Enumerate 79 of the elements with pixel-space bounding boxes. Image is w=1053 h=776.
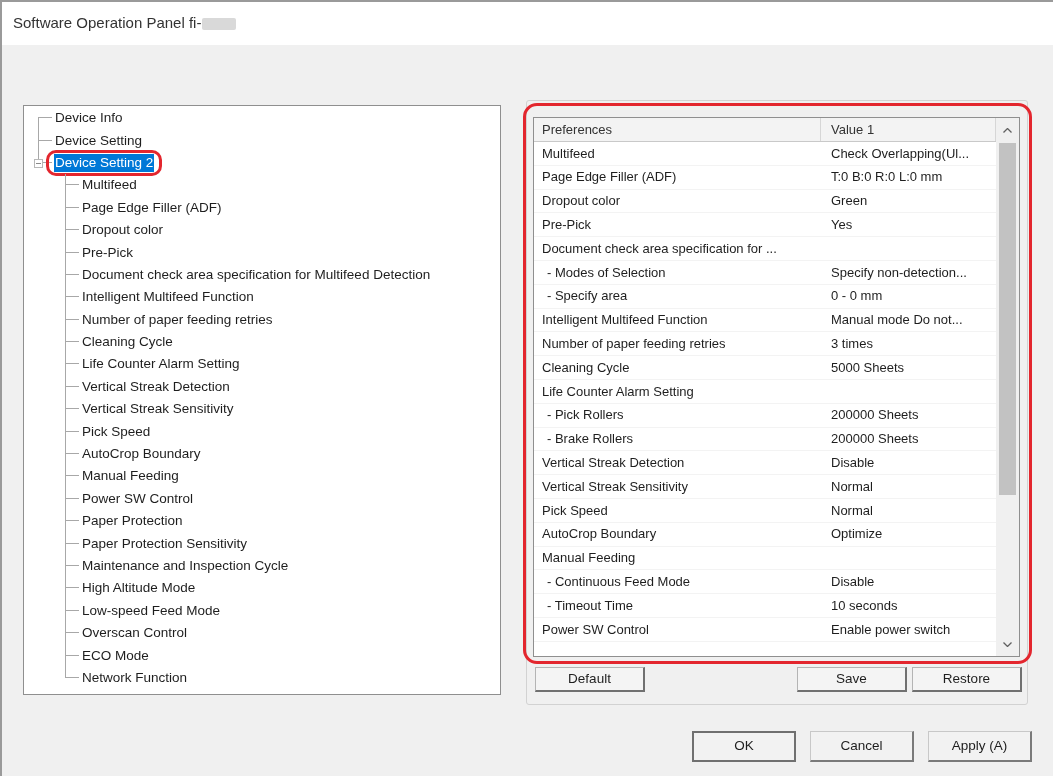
preference-label: Vertical Streak Sensitivity [542,478,688,494]
preference-value: Enable power switch [831,621,951,637]
preference-label: Vertical Streak Detection [542,455,685,470]
tree-item[interactable]: Maintenance and Inspection Cycle [81,557,290,575]
preference-label: Pre-Pick [542,217,592,233]
tree-item[interactable]: Overscan Control [81,624,189,643]
preference-value: 200000 Sheets [831,407,919,423]
scroll-down-icon[interactable] [1003,641,1012,647]
collapse-icon[interactable] [34,158,43,168]
preference-label: Multifeed [542,145,595,161]
panel-button[interactable]: Restore [912,667,1022,692]
preference-label: - Modes of Selection [547,264,666,280]
scrollbar-thumb[interactable] [999,143,1016,495]
preference-label: Dropout color [542,193,621,209]
preference-label: - Brake Rollers [547,431,633,447]
preference-value: 200000 Sheets [831,431,919,447]
dialog-button[interactable]: Apply (A) [928,731,1032,762]
tree-item[interactable]: Vertical Streak Detection [81,377,231,396]
column-header[interactable]: Preferences [542,119,613,140]
scroll-up-icon[interactable] [1003,127,1012,133]
preference-label: Manual Feeding [542,550,636,566]
preference-label: Cleaning Cycle [542,359,630,375]
preference-label: - Continuous Feed Mode [547,574,691,589]
dialog-button[interactable]: Cancel [810,731,914,762]
preference-value: 10 seconds [831,597,898,613]
preference-label: - Specify area [547,288,628,304]
panel-button[interactable]: Default [535,667,645,692]
panel-button[interactable]: Save [797,667,907,692]
tree-item[interactable]: Document check area specification for Multifeed Detection [81,265,432,284]
tree-item[interactable]: Power SW Control [81,489,195,508]
tree-item[interactable]: Page Edge Filler (ADF) [81,198,223,217]
preference-value: 5000 Sheets [831,359,904,375]
preference-value: Manual mode Do not... [831,312,963,328]
preference-value: Disable [831,574,875,589]
tree-item[interactable]: Intelligent Multifeed Function [81,288,255,307]
tree-item[interactable]: Device Info [54,109,124,128]
preference-label: Power SW Control [542,621,649,637]
preference-value: Green [831,193,868,209]
preference-value: 0 - 0 mm [831,288,883,304]
preference-value: Specify non-detection... [831,264,967,280]
preference-value: Yes [831,217,853,233]
tree-item[interactable]: Network Function [81,668,189,687]
tree-item[interactable]: Pre-Pick [81,243,134,262]
tree-item[interactable]: Dropout color [81,221,165,240]
tree-item[interactable]: Device Setting 2 [54,153,155,172]
window-title: Software Operation Panel fi- [13,13,202,34]
preference-value: 3 times [831,336,873,351]
column-header[interactable]: Value 1 [831,119,875,140]
preference-value: Check Overlapping(Ul... [831,145,969,161]
preference-label: - Timeout Time [547,597,633,613]
tree-item[interactable]: Manual Feeding [81,467,180,486]
tree-item[interactable]: Device Setting [54,131,144,150]
dialog-button[interactable]: OK [692,731,796,762]
tree-item[interactable]: High Altitude Mode [81,579,197,598]
preference-label: Page Edge Filler (ADF) [542,169,677,185]
tree-item[interactable]: Vertical Streak Sensitivity [81,400,235,419]
preference-label: Document check area specification for ... [542,240,777,256]
preference-value: Disable [831,455,875,470]
preference-value: Optimize [831,526,883,542]
preference-label: - Pick Rollers [547,407,624,423]
tree-item[interactable]: Low-speed Feed Mode [81,601,222,620]
tree-item[interactable]: Cleaning Cycle [81,333,174,352]
preference-label: Number of paper feeding retries [542,336,726,351]
preference-label: Intelligent Multifeed Function [542,312,708,328]
scrollbar[interactable] [996,118,1019,656]
tree-item[interactable]: Number of paper feeding retries [81,310,274,329]
preference-label: Life Counter Alarm Setting [542,383,694,399]
tree-item[interactable]: Paper Protection [81,512,184,531]
preference-label: Pick Speed [542,502,608,518]
preference-label: AutoCrop Boundary [542,526,657,542]
preference-value: Normal [831,478,873,494]
tree-item[interactable]: Life Counter Alarm Setting [81,355,241,374]
tree-item[interactable]: Multifeed [81,176,138,195]
preference-value: T:0 B:0 R:0 L:0 mm [831,169,943,185]
tree-item[interactable]: Pick Speed [81,422,152,441]
tree-item[interactable]: AutoCrop Boundary [81,445,202,464]
preference-value: Normal [831,502,873,518]
tree-item[interactable]: ECO Mode [81,646,150,665]
tree-item[interactable]: Paper Protection Sensitivity [81,534,249,553]
